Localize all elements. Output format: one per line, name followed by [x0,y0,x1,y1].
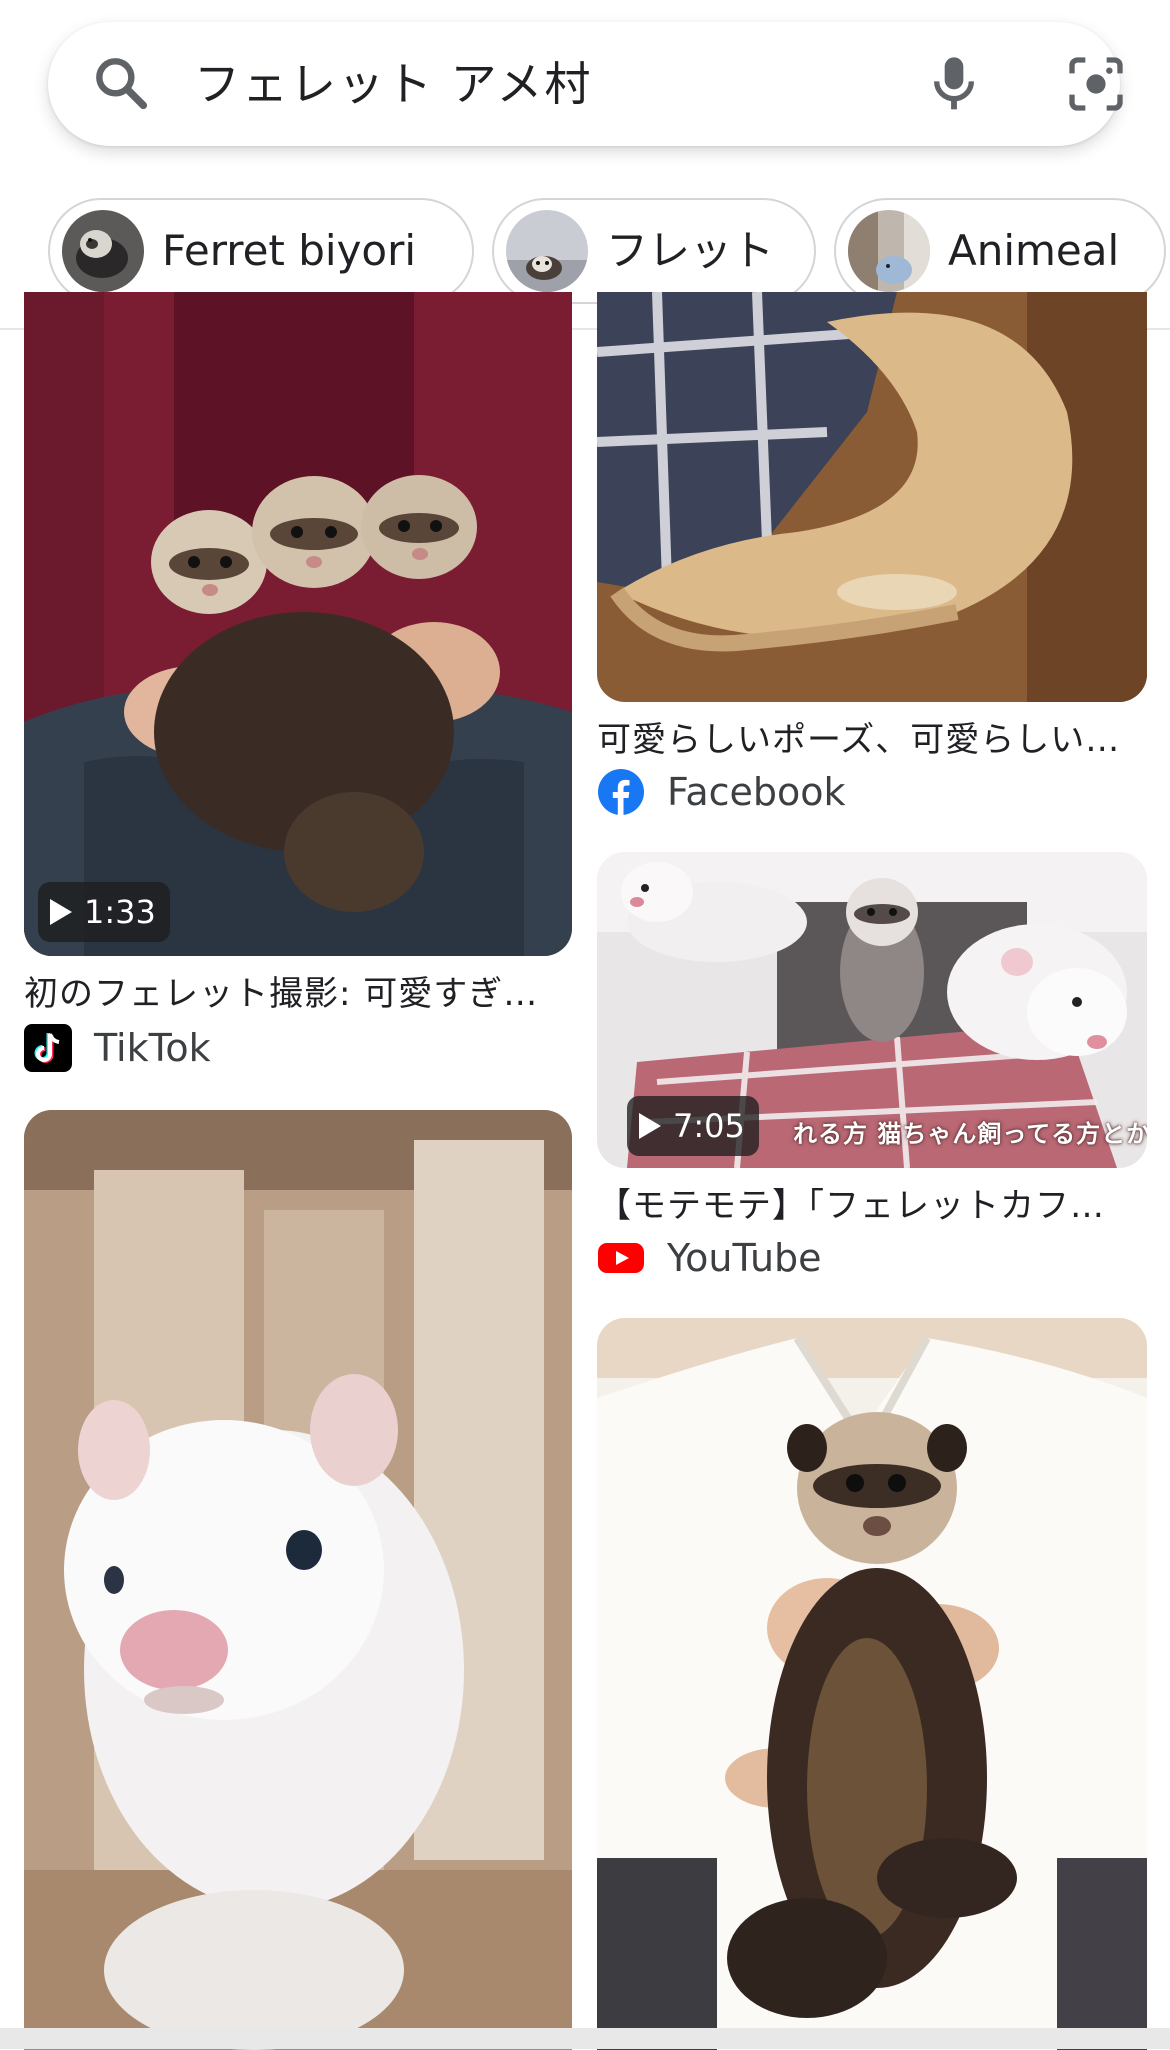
camera-lens-icon[interactable] [1064,52,1128,116]
chip-label: Ferret biyori [162,226,417,275]
search-bar[interactable]: フェレット アメ村 [48,22,1123,146]
chip-furetto[interactable]: フレット [492,198,816,304]
video-duration-badge: 7:05 [627,1096,759,1156]
facebook-icon [598,769,644,815]
play-icon [639,1113,661,1139]
duration-text: 7:05 [673,1107,745,1145]
search-icon [96,58,148,110]
chip-thumbnail [62,210,144,292]
chip-animeal[interactable]: Animeal [834,198,1166,304]
chip-label: フレット [606,226,775,275]
source-name: YouTube [667,1236,822,1280]
chip-thumbnail [848,210,930,292]
result-source[interactable]: YouTube [597,1232,822,1284]
result-image-beige-ferret[interactable] [597,292,1147,702]
result-image-white-ferret[interactable] [24,1110,572,2050]
duration-text: 1:33 [84,893,156,931]
search-input[interactable]: フェレット アメ村 [194,22,592,146]
bottom-edge [0,2028,1170,2049]
chip-thumbnail [506,210,588,292]
result-image-ferret-cafe[interactable]: れる方 猫ちゃん飼ってる方とか 7:05 [597,852,1147,1168]
result-title[interactable]: 可愛らしいポーズ、可愛らしい… [597,712,1147,761]
result-image-held-ferret[interactable] [597,1318,1147,2050]
result-title[interactable]: 【モテモテ】「フェレットカフ… [597,1178,1147,1227]
chip-label: Animeal [948,226,1120,275]
result-source[interactable]: TikTok [24,1022,211,1074]
result-source[interactable]: Facebook [597,766,846,818]
tiktok-icon [24,1024,72,1072]
source-name: TikTok [94,1026,211,1070]
result-image-three-ferrets[interactable]: 1:33 [24,292,572,956]
youtube-icon [598,1243,644,1273]
microphone-icon[interactable] [922,52,986,116]
video-duration-badge: 1:33 [38,882,170,942]
video-caption-overlay: れる方 猫ちゃん飼ってる方とか [793,1120,1147,1148]
chip-ferret-biyori[interactable]: Ferret biyori [48,198,474,304]
result-title[interactable]: 初のフェレット撮影: 可愛すぎ… [24,966,572,1015]
source-name: Facebook [667,770,846,814]
play-icon [50,899,72,925]
